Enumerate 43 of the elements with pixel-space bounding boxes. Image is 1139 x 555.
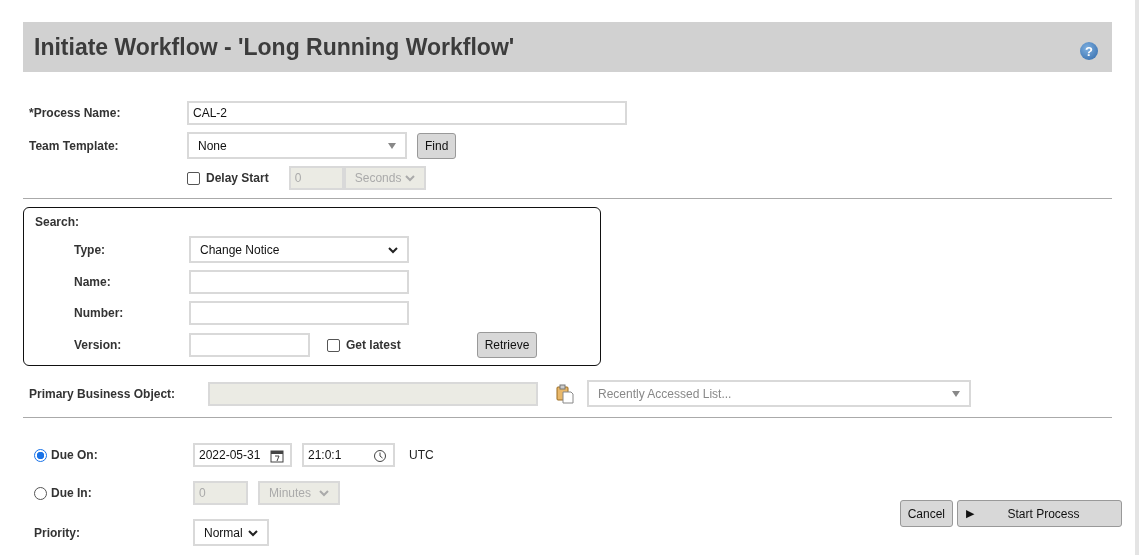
radio-button[interactable]: [34, 486, 47, 500]
field-label: Version:: [74, 338, 123, 352]
field-label: Number:: [74, 306, 125, 320]
chevron-icon: [247, 527, 259, 538]
checkbox[interactable]: [187, 171, 200, 185]
dropdown[interactable]: Normal: [193, 519, 269, 546]
retrieve-button[interactable]: Retrieve: [476, 332, 538, 358]
chevron-icon: [387, 244, 399, 255]
page-title: Initiate Workflow - 'Long Running Workflow': [34, 33, 515, 61]
calendar-icon: [270, 449, 284, 463]
checkbox-label: Delay Start: [206, 171, 269, 185]
dropdown[interactable]: None: [187, 132, 407, 159]
chevron-icon: [403, 173, 416, 183]
text-field[interactable]: [208, 381, 538, 406]
radio-label: Due In:: [51, 486, 93, 500]
text-field[interactable]: CAL-2: [187, 101, 627, 125]
clipboard-icon: [555, 383, 575, 404]
caret-icon: [387, 140, 397, 151]
start-process-button[interactable]: ▶ Start Process: [957, 500, 1122, 527]
field-label: *Process Name:: [29, 106, 122, 120]
text-field[interactable]: [189, 270, 409, 294]
dropdown[interactable]: Recently Accessed List...: [587, 380, 971, 407]
find-button[interactable]: Find: [417, 132, 457, 159]
checkbox-label: Get latest: [346, 338, 401, 352]
field-label: Team Template:: [29, 138, 120, 153]
clock-icon: [373, 449, 387, 463]
field-label: Primary Business Object:: [29, 386, 177, 401]
timezone-label: UTC: [409, 448, 434, 462]
date-field[interactable]: 2022-05-31: [193, 443, 292, 467]
field-label: Priority:: [34, 525, 81, 540]
radio-button[interactable]: [34, 448, 47, 462]
field-label: Type:: [74, 242, 107, 257]
field-label: Name:: [74, 275, 112, 289]
text-field[interactable]: [189, 333, 310, 357]
radio-label: Due On:: [51, 448, 99, 462]
caret-icon: [951, 388, 961, 399]
dropdown[interactable]: Change Notice: [189, 236, 409, 263]
text-field[interactable]: [189, 301, 409, 325]
chevron-icon: [318, 488, 330, 498]
cancel-button[interactable]: Cancel: [899, 500, 953, 527]
section-title: Search:: [35, 215, 81, 229]
checkbox[interactable]: [327, 338, 340, 352]
time-field[interactable]: 21:0:1: [302, 443, 395, 467]
